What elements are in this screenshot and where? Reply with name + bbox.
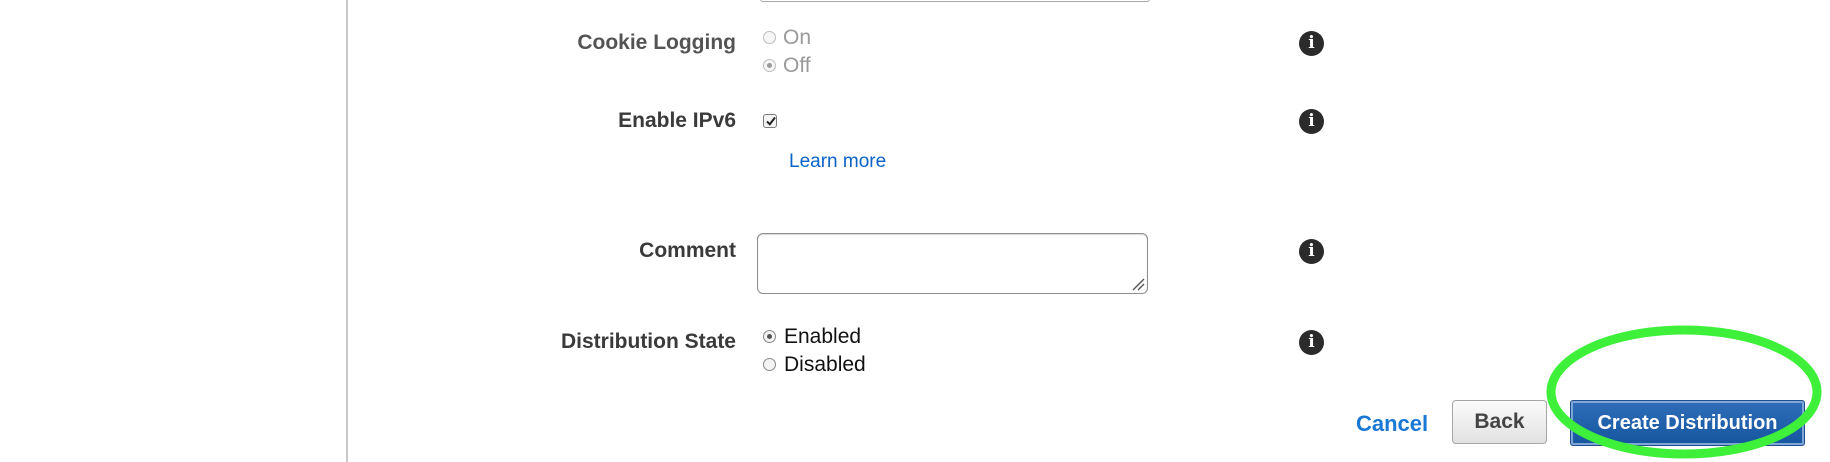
- distribution-disabled-label: Disabled: [784, 353, 866, 376]
- distribution-enabled-label: Enabled: [784, 325, 862, 348]
- back-button[interactable]: Back: [1452, 400, 1547, 444]
- cookie-logging-on-label: On: [783, 26, 812, 49]
- distribution-enabled-radio[interactable]: [763, 330, 776, 343]
- resize-grip-icon[interactable]: [1131, 277, 1145, 291]
- info-icon[interactable]: i: [1299, 31, 1324, 56]
- cookie-logging-label: Cookie Logging: [577, 31, 736, 54]
- info-icon[interactable]: i: [1299, 239, 1324, 264]
- cookie-logging-off-label: Off: [783, 54, 811, 77]
- cookie-logging-on-radio[interactable]: [763, 31, 776, 44]
- distribution-disabled-radio[interactable]: [763, 358, 776, 371]
- check-icon: [766, 116, 776, 126]
- previous-field-edge: [760, 0, 1150, 2]
- info-icon[interactable]: i: [1299, 330, 1324, 355]
- highlight-ellipse-annotation: [1546, 325, 1822, 459]
- cancel-button[interactable]: Cancel: [1356, 411, 1428, 437]
- cookie-logging-off-radio[interactable]: [763, 59, 776, 72]
- learn-more-link[interactable]: Learn more: [789, 151, 886, 173]
- comment-label: Comment: [639, 239, 736, 262]
- enable-ipv6-checkbox[interactable]: [763, 114, 777, 128]
- distribution-state-label: Distribution State: [560, 330, 736, 353]
- radio-selected-dot: [767, 334, 772, 339]
- enable-ipv6-label: Enable IPv6: [618, 109, 736, 132]
- radio-selected-dot: [767, 63, 772, 68]
- left-panel-divider: [346, 0, 348, 462]
- info-icon[interactable]: i: [1299, 109, 1324, 134]
- comment-textarea[interactable]: [757, 233, 1148, 294]
